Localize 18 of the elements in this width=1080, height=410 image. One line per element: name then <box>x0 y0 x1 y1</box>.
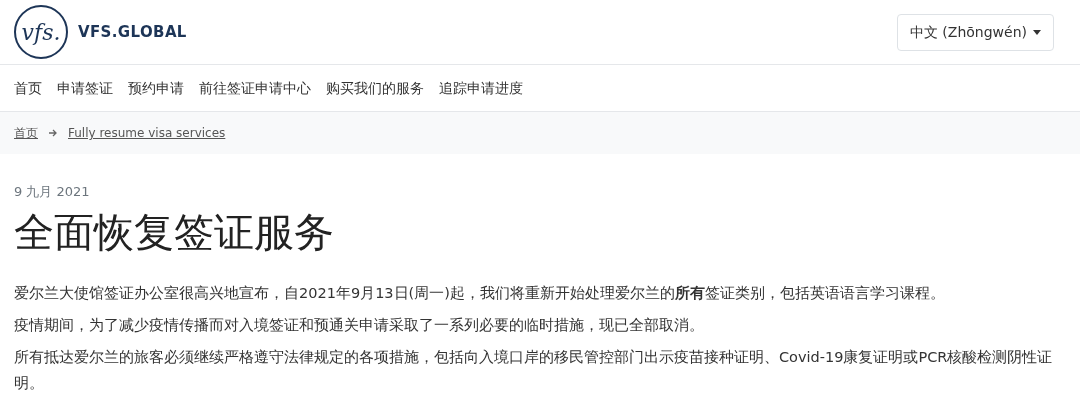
caret-icon <box>1033 29 1041 35</box>
language-dropdown[interactable]: 中文 (Zhōngwén) <box>896 13 1054 51</box>
nav-link[interactable]: 追踪申请进度 <box>439 77 523 99</box>
breadcrumb-link[interactable]: Fully resume visa services <box>68 124 226 142</box>
arrow-right-icon <box>48 128 58 138</box>
article-date: 9 九月 2021 <box>14 183 91 201</box>
nav-link[interactable]: 首页 <box>14 77 42 99</box>
article-paragraph: 爱尔兰大使馆签证办公室很高兴地宣布，自2021年9月13日(周一)起，我们将重新开始处理爱尔兰的所有签证类别，包括英语语言学习课程。 <box>14 283 946 303</box>
article-title: 全面恢复签证服务 <box>14 207 335 257</box>
nav-link[interactable]: 申请签证 <box>57 77 113 99</box>
article-paragraph: 所有抵达爱尔兰的旅客必须继续严格遵守法律规定的各项措施，包括向入境口岸的移民管控部门出示疫苗接种证明、Covid-19康复证明或PCR核酸检测阴性证明。 <box>14 347 1054 393</box>
nav-link[interactable]: 购买我们的服务 <box>326 77 424 99</box>
breadcrumb-link[interactable]: 首页 <box>14 124 38 142</box>
logo-text: VFS.GLOBAL <box>78 21 187 43</box>
nav-link[interactable]: 预约申请 <box>128 77 184 99</box>
logo-mark[interactable]: vfs. <box>14 5 68 59</box>
article-paragraph: 疫情期间，为了减少疫情传播而对入境签证和预通关申请采取了一系列必要的临时措施，现已全部取消。 <box>14 315 705 335</box>
nav-link[interactable]: 前往签证申请中心 <box>199 77 311 99</box>
